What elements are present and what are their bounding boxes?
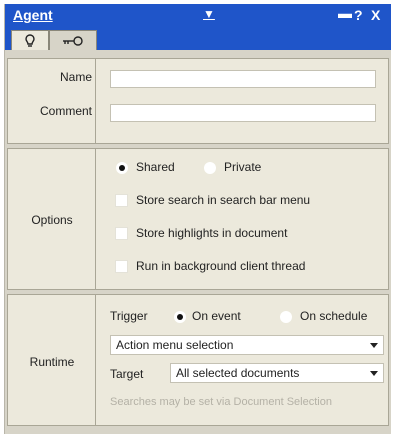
options-section: Options Shared Private Store search in s… bbox=[7, 148, 389, 290]
comment-label: Comment bbox=[39, 104, 92, 118]
panel-content: Name Comment Options Shared Private Stor… bbox=[5, 50, 391, 434]
help-icon[interactable]: ? bbox=[354, 7, 363, 23]
close-icon[interactable]: X bbox=[371, 7, 380, 23]
store-search-checkbox[interactable] bbox=[115, 194, 128, 207]
options-label: Options bbox=[31, 213, 73, 227]
section-divider bbox=[95, 149, 96, 289]
shared-radio[interactable] bbox=[116, 162, 128, 174]
private-label: Private bbox=[224, 160, 262, 174]
runtime-section: Runtime Trigger On event On schedule Act… bbox=[7, 294, 389, 426]
panel-title: Agent bbox=[13, 7, 53, 23]
store-highlights-checkbox[interactable] bbox=[115, 227, 128, 240]
tab-search[interactable] bbox=[11, 30, 49, 50]
title-dropdown-icon[interactable]: ▼ bbox=[203, 7, 215, 21]
on-event-label: On event bbox=[192, 309, 241, 323]
on-schedule-radio[interactable] bbox=[280, 311, 292, 323]
agent-panel: Agent ▼ ▬ ? X Name Comment Options Share… bbox=[4, 4, 391, 434]
runtime-label: Runtime bbox=[29, 355, 75, 369]
name-label: Name bbox=[59, 70, 92, 84]
search-bulb-icon bbox=[25, 33, 35, 47]
name-input[interactable] bbox=[110, 70, 376, 88]
tab-key[interactable] bbox=[49, 30, 97, 50]
on-event-radio[interactable] bbox=[174, 311, 186, 323]
title-bar[interactable]: Agent ▼ ▬ ? X bbox=[5, 4, 391, 28]
target-select-value: All selected documents bbox=[176, 366, 300, 380]
tab-strip bbox=[5, 28, 391, 50]
store-highlights-label: Store highlights in document bbox=[136, 226, 288, 240]
section-divider bbox=[95, 59, 96, 143]
minimize-icon[interactable]: ▬ bbox=[338, 5, 352, 21]
private-radio[interactable] bbox=[204, 162, 216, 174]
run-background-label: Run in background client thread bbox=[136, 259, 306, 273]
target-label: Target bbox=[110, 367, 144, 381]
trigger-label: Trigger bbox=[110, 309, 148, 323]
selection-hint: Searches may be set via Document Selecti… bbox=[110, 396, 332, 408]
action-select-value: Action menu selection bbox=[116, 338, 234, 352]
target-select[interactable]: All selected documents bbox=[170, 363, 384, 383]
action-select[interactable]: Action menu selection bbox=[110, 335, 384, 355]
run-background-checkbox[interactable] bbox=[115, 260, 128, 273]
comment-input[interactable] bbox=[110, 104, 376, 122]
section-divider bbox=[95, 295, 96, 425]
identity-section: Name Comment bbox=[7, 58, 389, 144]
on-schedule-label: On schedule bbox=[300, 309, 368, 323]
store-search-label: Store search in search bar menu bbox=[136, 193, 311, 207]
dropdown-arrow-icon bbox=[370, 371, 378, 376]
shared-label: Shared bbox=[136, 160, 175, 174]
dropdown-arrow-icon bbox=[370, 343, 378, 348]
key-icon bbox=[63, 35, 83, 46]
